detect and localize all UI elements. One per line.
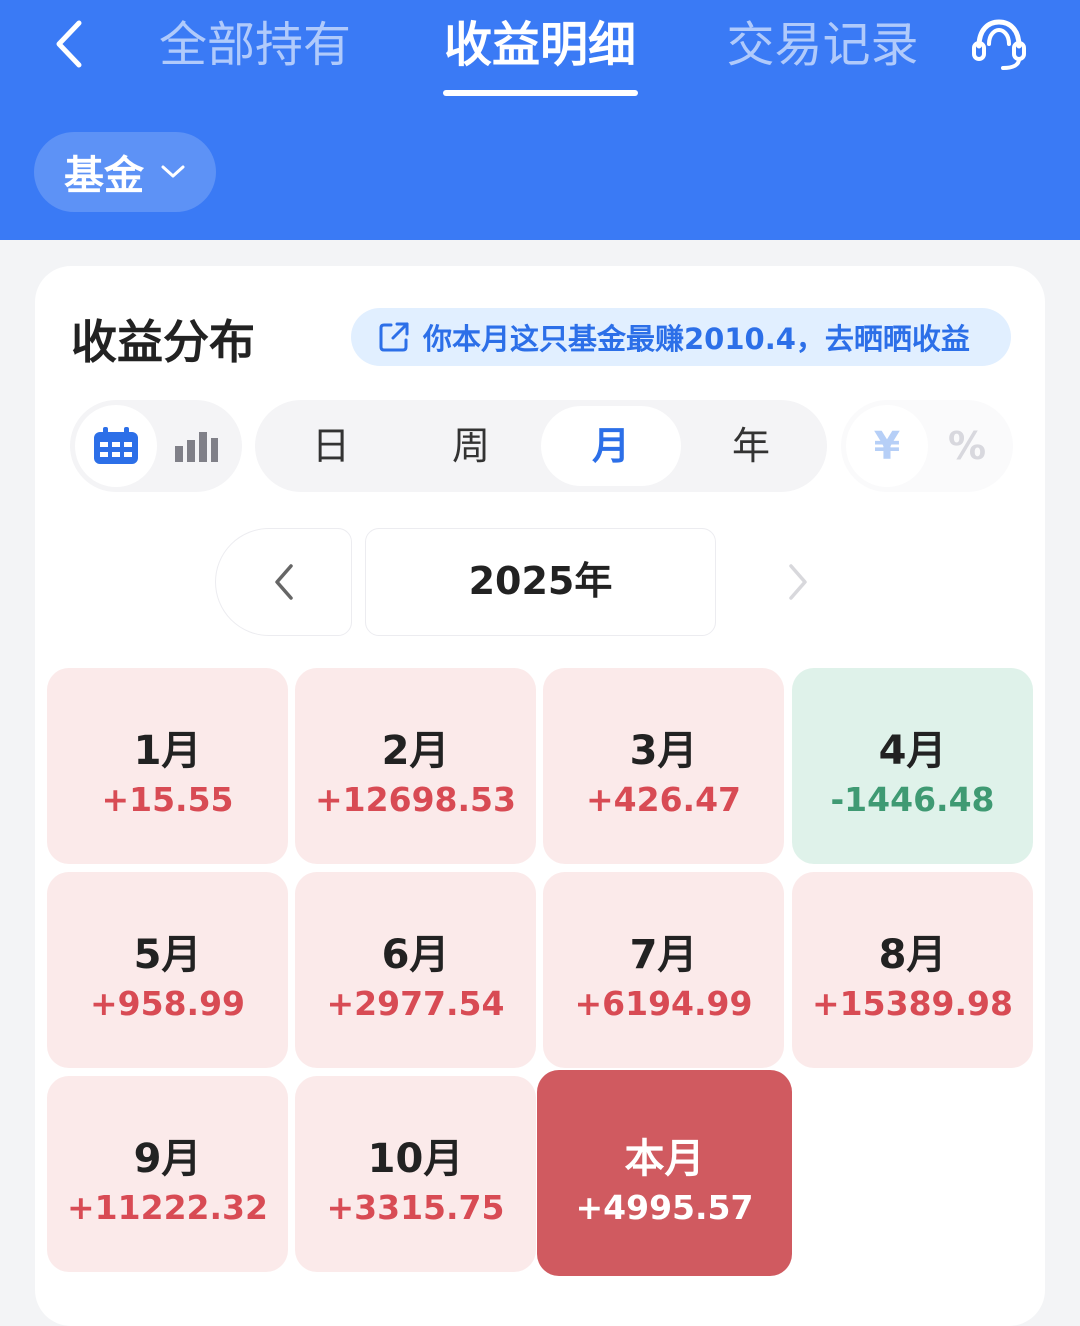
chevron-left-icon <box>274 564 293 600</box>
month-tile[interactable]: 1月 +15.55 <box>47 668 288 864</box>
chevron-right-icon <box>788 564 807 600</box>
period-month[interactable]: 月 <box>541 406 681 486</box>
current-year: 2025年 <box>365 528 716 636</box>
month-label: 本月 <box>624 1136 705 1182</box>
month-label: 4月 <box>878 728 947 774</box>
next-year-button[interactable] <box>729 528 866 636</box>
month-earnings: +3315.75 <box>326 1188 505 1227</box>
back-button[interactable] <box>40 14 96 74</box>
unit-percent[interactable]: % <box>926 405 1008 487</box>
customer-service-button[interactable] <box>966 14 1032 74</box>
top-header: 全部持有 收益明细 交易记录 基金 <box>0 0 1080 240</box>
month-tile[interactable]: 5月 +958.99 <box>47 872 288 1068</box>
month-tile[interactable]: 7月 +6194.99 <box>543 872 784 1068</box>
month-label: 1月 <box>133 728 202 774</box>
tab-transactions[interactable]: 交易记录 <box>715 10 930 80</box>
view-mode-toggle <box>70 400 242 492</box>
month-label: 2月 <box>381 728 450 774</box>
month-earnings: +426.47 <box>586 780 741 819</box>
chevron-down-icon <box>160 164 186 180</box>
month-earnings: +15389.98 <box>812 984 1013 1023</box>
share-text: 你本月这只基金最赚2010.4，去晒晒收益 <box>423 322 970 356</box>
calendar-view-button[interactable] <box>75 405 157 487</box>
month-earnings: +11222.32 <box>67 1188 268 1227</box>
month-earnings: +6194.99 <box>574 984 753 1023</box>
month-earnings: +15.55 <box>101 780 234 819</box>
month-label: 7月 <box>629 932 698 978</box>
month-tile[interactable]: 6月 +2977.54 <box>295 872 536 1068</box>
month-label: 5月 <box>133 932 202 978</box>
filter-label: 基金 <box>64 153 144 199</box>
asset-type-filter[interactable]: 基金 <box>34 132 216 212</box>
customer-service-headset-icon <box>972 19 1026 70</box>
month-label: 6月 <box>381 932 450 978</box>
period-week[interactable]: 周 <box>401 406 541 486</box>
share-external-icon <box>377 320 411 354</box>
month-tile[interactable]: 4月 -1446.48 <box>792 668 1033 864</box>
bar-chart-icon <box>175 432 218 462</box>
chevron-left-icon <box>56 20 82 68</box>
month-earnings: -1446.48 <box>830 780 995 819</box>
unit-amount[interactable]: ¥ <box>846 405 928 487</box>
unit-selector: ¥ % <box>841 400 1013 492</box>
month-earnings: +4995.57 <box>575 1188 754 1227</box>
month-label: 8月 <box>878 932 947 978</box>
month-label: 3月 <box>629 728 698 774</box>
period-selector: 日 周 月 年 <box>255 400 827 492</box>
share-earnings-banner[interactable]: 你本月这只基金最赚2010.4，去晒晒收益 <box>351 308 1011 366</box>
active-tab-indicator <box>443 90 638 96</box>
month-earnings: +12698.53 <box>315 780 516 819</box>
section-title: 收益分布 <box>71 315 255 369</box>
month-tile[interactable]: 10月 +3315.75 <box>295 1076 536 1272</box>
period-year[interactable]: 年 <box>681 406 821 486</box>
tab-holdings[interactable]: 全部持有 <box>150 10 360 80</box>
month-earnings: +2977.54 <box>326 984 505 1023</box>
current-month-tile[interactable]: 本月 +4995.57 <box>537 1070 792 1276</box>
month-label: 10月 <box>367 1136 464 1182</box>
month-tile[interactable]: 2月 +12698.53 <box>295 668 536 864</box>
calendar-icon <box>94 427 138 464</box>
month-tile[interactable]: 8月 +15389.98 <box>792 872 1033 1068</box>
earnings-distribution-card: 收益分布 你本月这只基金最赚2010.4，去晒晒收益 日 周 月 年 ¥ % 2… <box>35 266 1045 1326</box>
tab-earnings-detail[interactable]: 收益明细 <box>430 10 650 80</box>
previous-year-button[interactable] <box>215 528 352 636</box>
period-day[interactable]: 日 <box>261 406 401 486</box>
month-tile[interactable]: 9月 +11222.32 <box>47 1076 288 1272</box>
month-label: 9月 <box>133 1136 202 1182</box>
month-tile[interactable]: 3月 +426.47 <box>543 668 784 864</box>
chart-view-button[interactable] <box>155 405 237 487</box>
month-earnings: +958.99 <box>90 984 245 1023</box>
